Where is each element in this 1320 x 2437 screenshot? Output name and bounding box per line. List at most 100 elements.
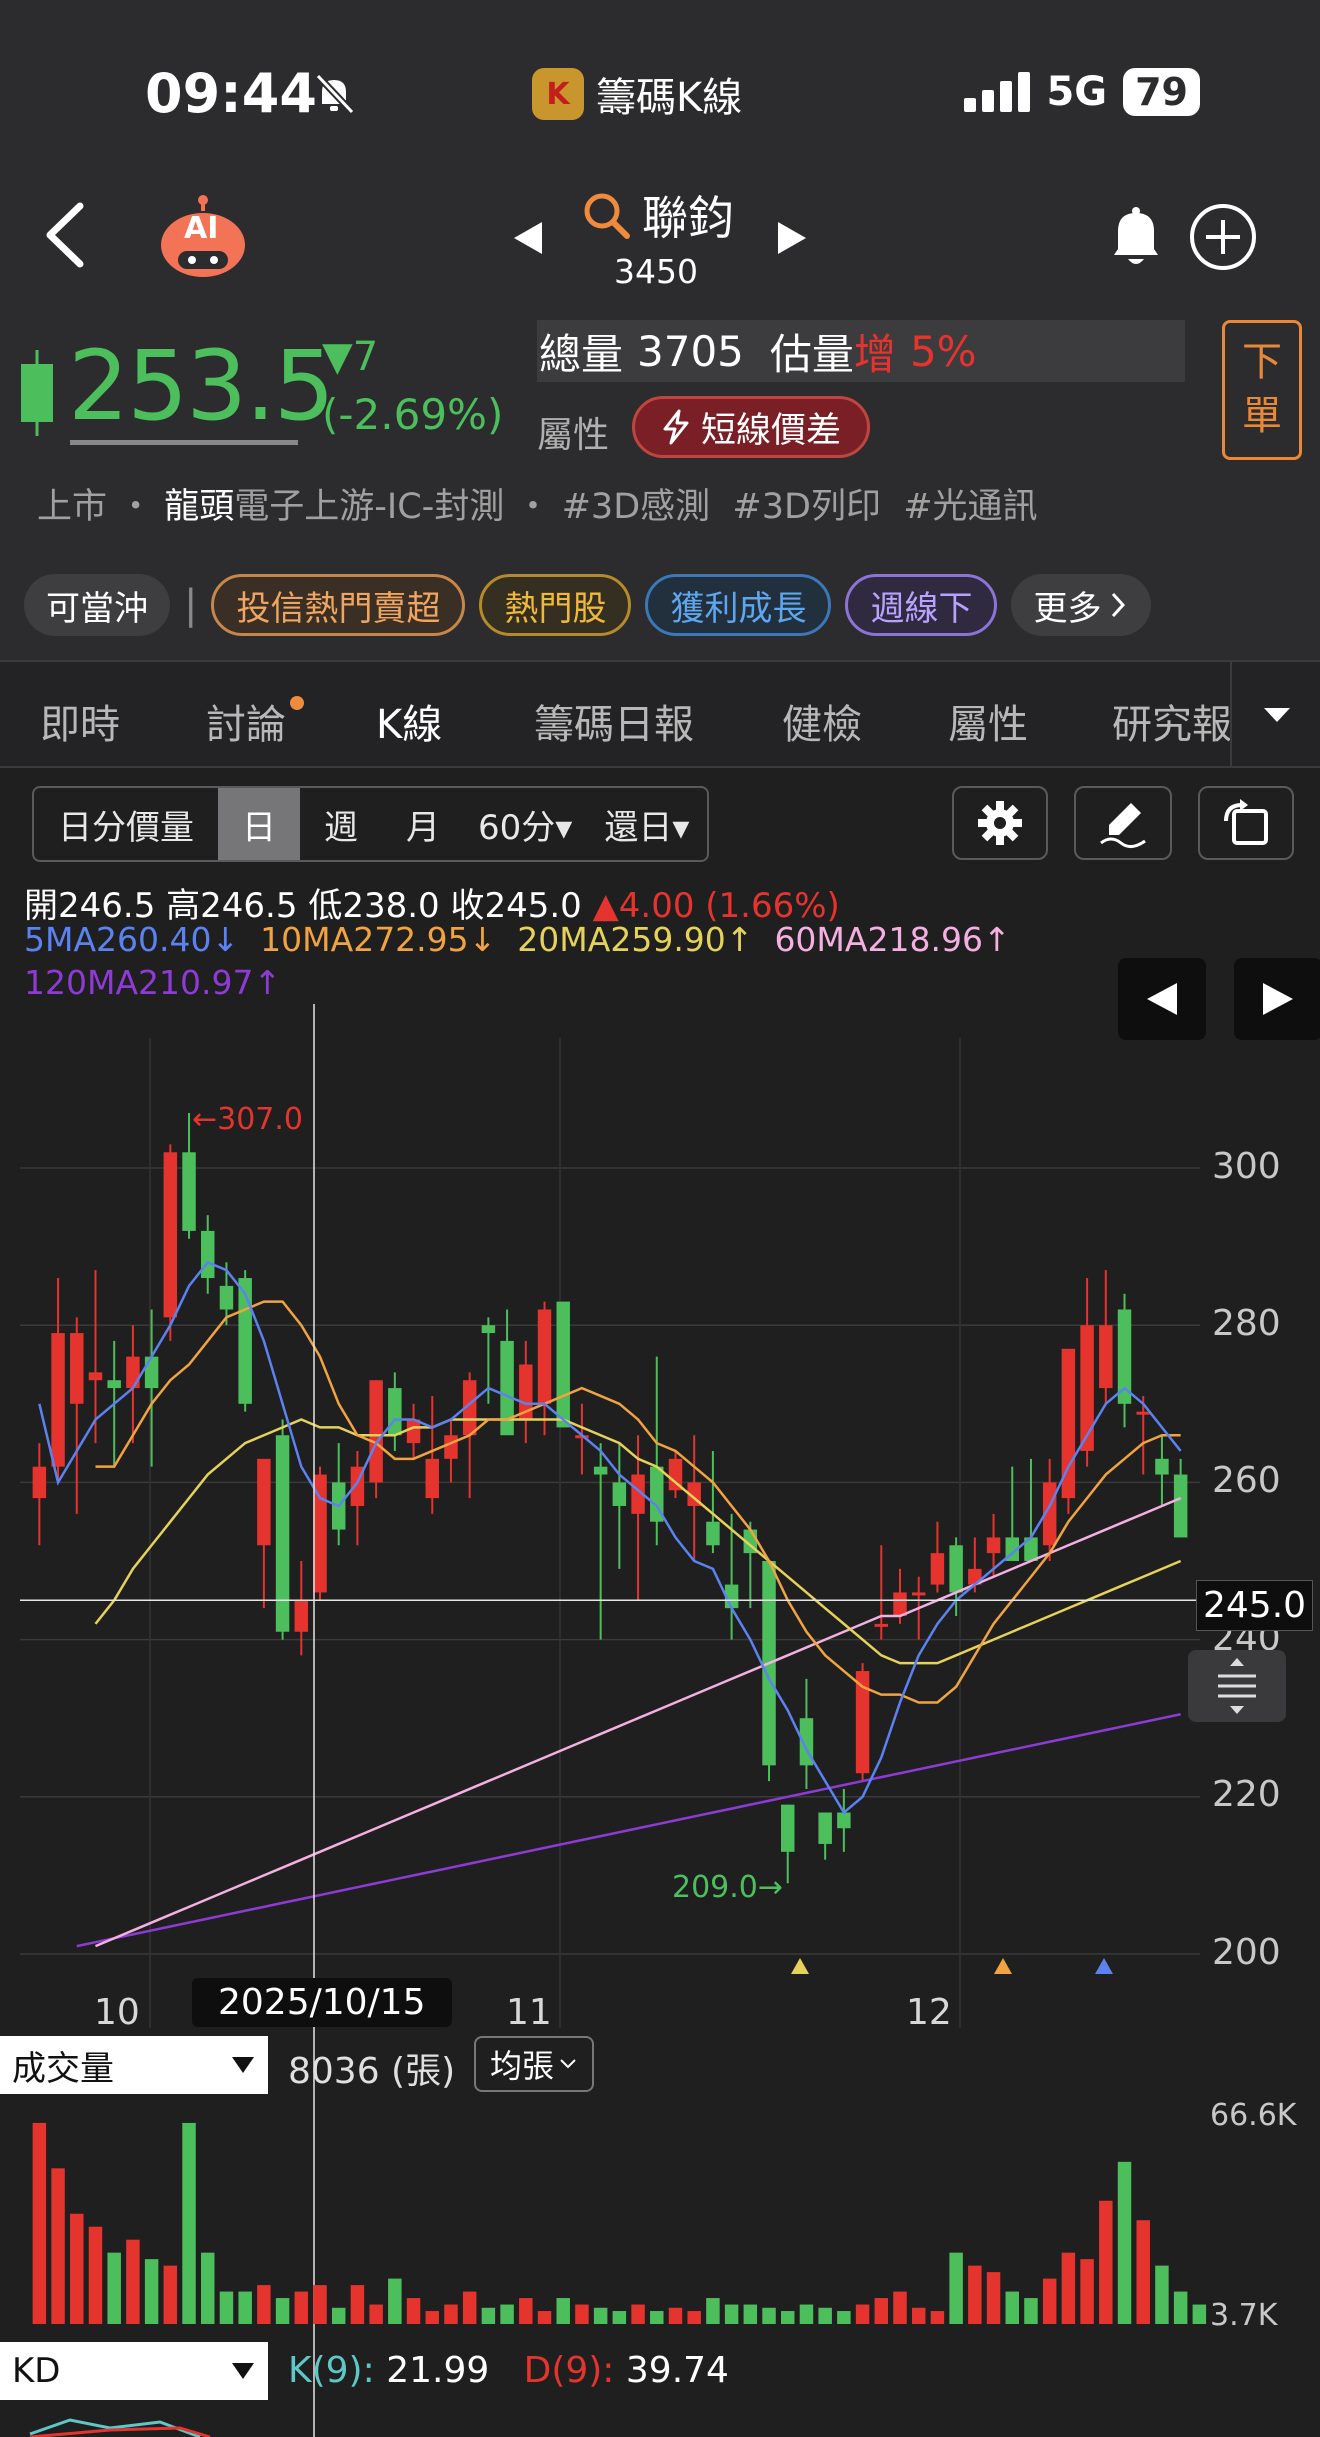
candle-body [874, 1623, 889, 1627]
tab-realtime[interactable]: 即時 [40, 692, 120, 750]
volume-bar [930, 2311, 945, 2324]
attribute-badge[interactable]: 短線價差 [632, 396, 871, 458]
volume-bar [481, 2307, 496, 2324]
volume-bar [1155, 2265, 1169, 2324]
caret-down-icon [1264, 708, 1290, 722]
attribute-badge-label: 短線價差 [701, 410, 842, 451]
bell-icon[interactable] [1106, 205, 1166, 271]
candle-body [32, 1466, 47, 1499]
volume-bar [201, 2252, 215, 2324]
candle-body [406, 1419, 421, 1444]
volume-bar [144, 2259, 159, 2324]
volume-unit-button[interactable]: 均張 [474, 2036, 595, 2092]
caret-down-icon [232, 2363, 254, 2379]
candle-body [257, 1458, 271, 1546]
tab-research[interactable]: 研究報 [1112, 692, 1230, 750]
candle-body [51, 1333, 65, 1467]
chip-daytrade[interactable]: 可當沖 [24, 574, 170, 636]
y-tick-280: 280 [1212, 1303, 1281, 1344]
volume-bar [1005, 2291, 1019, 2324]
estimate-pct: 5% [909, 326, 977, 376]
candle-body [781, 1804, 795, 1852]
tab-health[interactable]: 健檢 [782, 692, 862, 750]
network-type: 5G [1046, 69, 1108, 115]
tab-attributes[interactable]: 屬性 [948, 692, 1028, 750]
volume-bar [968, 2265, 982, 2324]
chevron-right-icon [1112, 592, 1126, 618]
candle-body [163, 1152, 178, 1318]
tab-dropdown[interactable] [1230, 662, 1320, 766]
search-icon [584, 193, 630, 239]
volume-bar [855, 2304, 870, 2324]
candle-body [1173, 1474, 1188, 1538]
volume-bar [406, 2298, 421, 2324]
chip-more-label: 更多 [1033, 588, 1102, 629]
candle-body [388, 1388, 402, 1436]
prev-stock-icon[interactable] [512, 220, 544, 256]
kd-indicator-select[interactable]: KD [0, 2342, 268, 2400]
chart-scale-handle[interactable] [1188, 1650, 1286, 1722]
tag-3d-sensing[interactable]: #3D感測 [562, 487, 711, 527]
stock-search[interactable]: 聯鈞 [580, 182, 734, 248]
status-bar: 09:44 K 籌碼K線 5G 79 [0, 0, 1320, 195]
y-tick-300: 300 [1212, 1146, 1281, 1187]
volume-bar [650, 2311, 664, 2324]
chevron-down-icon [560, 2059, 576, 2069]
x-tick-10: 10 [94, 1992, 140, 2033]
y-tick-260: 260 [1212, 1460, 1281, 1501]
y-tick-200: 200 [1212, 1932, 1281, 1973]
tag-leader[interactable]: 龍頭 [164, 487, 234, 527]
volume-bar [163, 2265, 178, 2324]
volume-bar [1117, 2161, 1132, 2324]
tag-optical[interactable]: #光通訊 [903, 487, 1037, 527]
tab-chip-daily[interactable]: 籌碼日報 [534, 692, 694, 750]
chart-area: 日分價量 日 週 月 60分▾ 還日▾ 開246.5 高246.5 低238.0 [0, 768, 1320, 2437]
tag-sector[interactable]: 電子上游-IC-封測 [234, 487, 504, 527]
candle-body [500, 1340, 514, 1436]
chip-hot-stock[interactable]: 熱門股 [479, 574, 632, 636]
back-icon[interactable] [36, 200, 96, 270]
candle-icon [21, 350, 53, 436]
tag-3d-printing[interactable]: #3D列印 [732, 487, 881, 527]
estimate-direction: 增 [853, 329, 896, 379]
next-stock-icon[interactable] [776, 220, 808, 256]
candle-body [481, 1325, 496, 1334]
plus-icon [1206, 220, 1240, 254]
x-tick-12: 12 [906, 1992, 952, 2033]
order-button[interactable]: 下單 [1222, 320, 1302, 460]
candle-body [1099, 1325, 1113, 1389]
chip-profit-growth[interactable]: 獲利成長 [645, 574, 832, 636]
crosshair-price-tag: 245.0 [1196, 1580, 1314, 1631]
volume-bar [182, 2122, 196, 2324]
tab-discussion-label: 討論 [206, 702, 286, 748]
volume-bar [88, 2226, 103, 2324]
crosshair-date-tag: 2025/10/15 [192, 1978, 452, 2027]
volume-bar [219, 2291, 234, 2324]
chip-weekly-below[interactable]: 週線下 [845, 574, 998, 636]
candle-body [612, 1482, 627, 1506]
stock-code: 3450 [614, 252, 698, 291]
add-watchlist-button[interactable] [1190, 204, 1256, 270]
volume-indicator-select[interactable]: 成交量 [0, 2036, 268, 2094]
tab-kline[interactable]: K線 [376, 692, 442, 750]
stock-name: 聯鈞 [642, 191, 734, 245]
app-name: 籌碼K線 [596, 75, 743, 121]
ai-assistant-button[interactable]: AI [158, 195, 248, 279]
tab-discussion[interactable]: 討論 [206, 692, 304, 750]
volume-bar [107, 2252, 121, 2324]
event-marker [791, 1958, 809, 1974]
volume-bar [556, 2298, 570, 2324]
volume-bar [687, 2311, 701, 2324]
volume-bar [1061, 2252, 1076, 2324]
battery-icon: 79 [1123, 68, 1200, 116]
chip-more[interactable]: 更多 [1011, 574, 1152, 636]
candle-body [986, 1537, 1001, 1554]
d-value: 39.74 [625, 2350, 729, 2391]
candle-body [88, 1372, 103, 1381]
chip-trust-sell[interactable]: 投信熱門賣超 [211, 574, 466, 636]
volume-bar [444, 2304, 458, 2324]
volume-bar [949, 2252, 963, 2324]
candle-body [893, 1592, 907, 1617]
volume-bar [313, 2285, 327, 2324]
candlestick-chart[interactable] [0, 768, 1320, 2437]
